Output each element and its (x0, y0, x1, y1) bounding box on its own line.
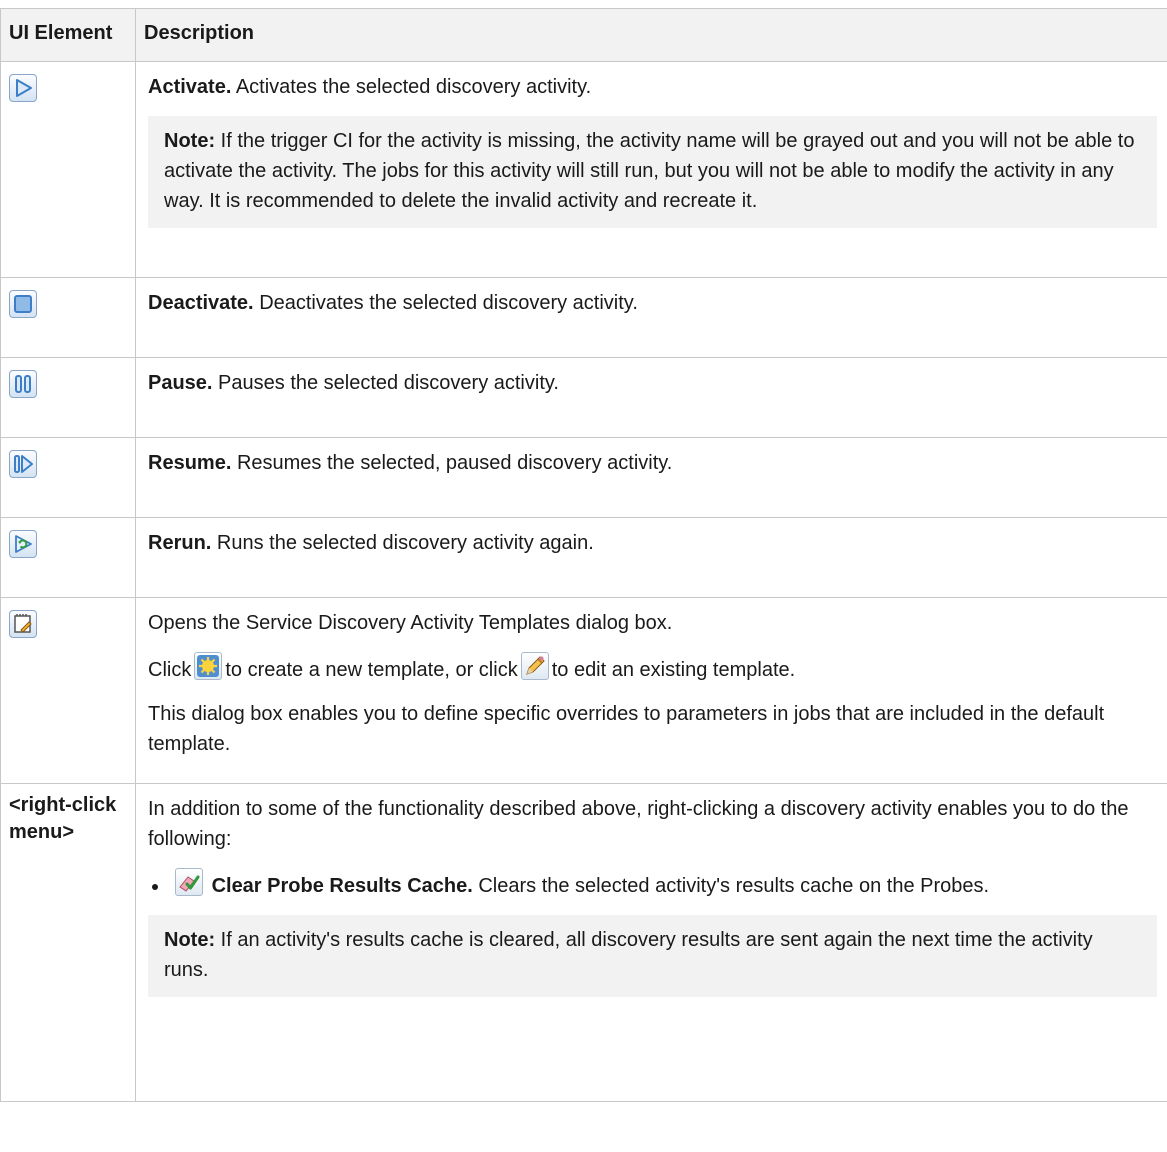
right-click-intro: In addition to some of the functionality… (148, 798, 1129, 850)
resume-icon (9, 450, 37, 478)
deactivate-icon (9, 290, 37, 318)
description-cell: Pause. Pauses the selected discovery act… (135, 357, 1167, 438)
element-description: Pauses the selected discovery activity. (218, 372, 559, 394)
element-title: Deactivate. (148, 292, 254, 314)
table-row: Activate. Activates the selected discove… (0, 61, 1167, 278)
description-text: Pause. Pauses the selected discovery act… (148, 368, 1157, 398)
icon-cell (0, 357, 136, 438)
description-cell: Deactivate. Deactivates the selected dis… (135, 277, 1167, 358)
table-row: Pause. Pauses the selected discovery act… (0, 357, 1167, 438)
ui-elements-table: UI Element Description Activate. Activat… (0, 8, 1167, 1102)
description-text: Activate. Activates the selected discove… (148, 72, 1157, 102)
description-cell: In addition to some of the functionality… (135, 783, 1167, 1102)
click-text-a: Click (148, 659, 192, 681)
description-cell: Activate. Activates the selected discove… (135, 61, 1167, 278)
note-box: Note: If the trigger CI for the activity… (148, 116, 1157, 228)
table-row: <right-click menu> In addition to some o… (0, 783, 1167, 1102)
right-click-options: Clear Probe Results Cache. Clears the se… (148, 868, 1157, 901)
templates-icon (9, 610, 37, 638)
activate-icon (9, 74, 37, 102)
click-text-b: to create a new template, or click (225, 659, 518, 681)
table-row: Opens the Service Discovery Activity Tem… (0, 597, 1167, 784)
list-item: Clear Probe Results Cache. Clears the se… (170, 868, 1157, 901)
table-row: Rerun. Runs the selected discovery activ… (0, 517, 1167, 598)
description-cell: Opens the Service Discovery Activity Tem… (135, 597, 1167, 784)
templates-open-text: Opens the Service Discovery Activity Tem… (148, 612, 673, 634)
table-row: Deactivate. Deactivates the selected dis… (0, 277, 1167, 358)
element-description: Activates the selected discovery activit… (235, 76, 592, 98)
icon-cell (0, 517, 136, 598)
description-text: Rerun. Runs the selected discovery activ… (148, 528, 1157, 558)
clear-cache-title: Clear Probe Results Cache. (211, 875, 473, 897)
clear-cache-text: Clears the selected activity's results c… (478, 875, 990, 897)
description-text: Resume. Resumes the selected, paused dis… (148, 448, 1157, 478)
note-label: Note: (164, 130, 216, 152)
description-cell: Resume. Resumes the selected, paused dis… (135, 437, 1167, 518)
description-cell: Rerun. Runs the selected discovery activ… (135, 517, 1167, 598)
templates-click-text: Click to create a new template, or click t… (148, 652, 1157, 685)
rerun-icon (9, 530, 37, 558)
element-title: Activate. (148, 76, 232, 98)
element-title: Resume. (148, 452, 232, 474)
element-description: Resumes the selected, paused discovery a… (236, 452, 673, 474)
edit-template-icon[interactable] (520, 652, 549, 680)
description-text: Deactivate. Deactivates the selected dis… (148, 288, 1157, 318)
icon-cell (0, 597, 136, 784)
element-title: Pause. (148, 372, 213, 394)
note-text: If an activity's results cache is cleare… (164, 929, 1093, 981)
table-header-row: UI Element Description (0, 8, 1167, 62)
note-box: Note: If an activity's results cache is … (148, 915, 1157, 997)
clear-cache-icon[interactable] (175, 868, 203, 896)
templates-override-text: This dialog box enables you to define sp… (148, 703, 1105, 755)
element-description: Deactivates the selected discovery activ… (259, 292, 638, 314)
note-text: If the trigger CI for the activity is mi… (164, 130, 1135, 212)
table-row: Resume. Resumes the selected, paused dis… (0, 437, 1167, 518)
icon-cell (0, 277, 136, 358)
element-title: Rerun. (148, 532, 212, 554)
new-template-icon[interactable] (194, 652, 223, 680)
note-label: Note: (164, 929, 216, 951)
right-click-menu-label: <right-click menu> (0, 783, 136, 1102)
header-description: Description (135, 8, 1167, 62)
pause-icon (9, 370, 37, 398)
icon-cell (0, 437, 136, 518)
click-text-c: to edit an existing template. (551, 659, 796, 681)
icon-cell (0, 61, 136, 278)
header-ui-element: UI Element (0, 8, 136, 62)
element-description: Runs the selected discovery activity aga… (216, 532, 594, 554)
